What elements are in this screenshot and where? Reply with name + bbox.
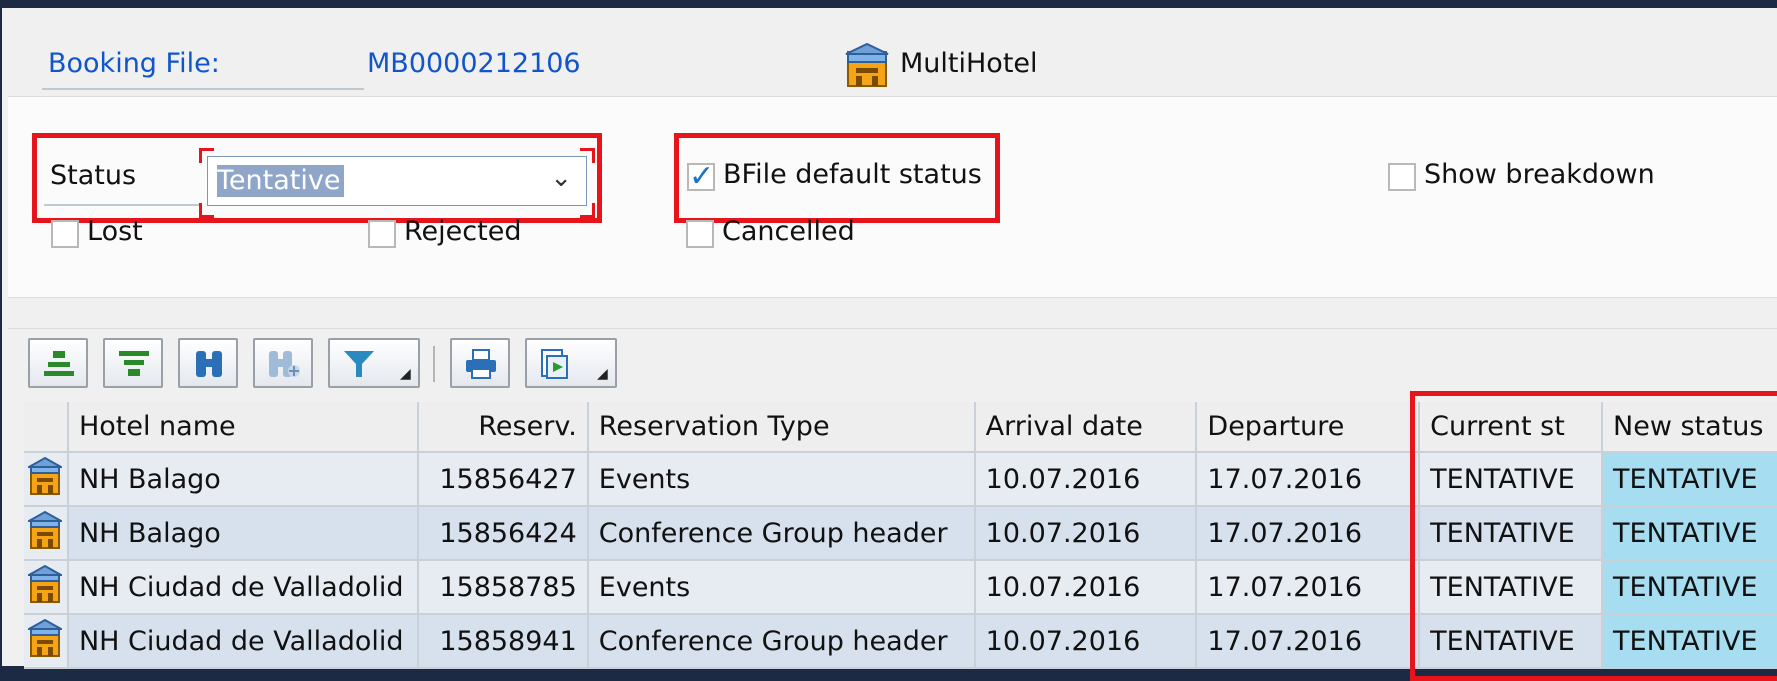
status-label: Status [50, 160, 137, 191]
show-breakdown-label: Show breakdown [1424, 159, 1655, 190]
filter-icon [344, 351, 374, 377]
row-icon-cell [24, 614, 69, 669]
find-icon [196, 351, 222, 377]
row-icon-cell [24, 452, 69, 507]
label-underline [44, 204, 202, 206]
row-icon-cell [24, 560, 69, 615]
arrival-date-cell[interactable]: 10.07.2016 [974, 614, 1198, 669]
hotel-name-cell[interactable]: NH Ciudad de Valladolid [67, 560, 419, 615]
find-button[interactable] [178, 338, 238, 388]
app-name: MultiHotel [900, 48, 1038, 79]
reservation-number-cell[interactable]: 15858785 [417, 560, 589, 615]
booking-window: Booking File: MB0000212106 MultiHotel St… [0, 8, 1777, 681]
filter-rows-button[interactable] [103, 338, 163, 388]
hotel-icon [25, 456, 66, 495]
toolbar-separator [433, 346, 435, 382]
focus-corner [580, 148, 595, 163]
column-header[interactable]: Reserv. [417, 402, 589, 453]
highlight-box-status-columns [1410, 391, 1777, 681]
status-dropdown-value: Tentative [217, 165, 345, 197]
cancelled-label: Cancelled [722, 216, 855, 247]
hotel-icon [25, 510, 66, 549]
column-header[interactable]: Arrival date [974, 402, 1198, 453]
filter-rows-icon [119, 351, 149, 376]
dropdown-arrow-icon[interactable]: ◢ [597, 366, 608, 382]
focus-corner [199, 203, 214, 218]
show-breakdown-checkbox[interactable] [1388, 163, 1416, 191]
export-button[interactable]: ◢ [525, 338, 617, 388]
departure-date-cell[interactable]: 17.07.2016 [1196, 560, 1421, 615]
align-top-button[interactable] [28, 338, 88, 388]
hotel-name-cell[interactable]: NH Balago [67, 452, 419, 507]
column-header[interactable]: Hotel name [67, 402, 419, 453]
column-header[interactable]: Reservation Type [587, 402, 976, 453]
arrival-date-cell[interactable]: 10.07.2016 [974, 560, 1198, 615]
find-next-icon [269, 351, 300, 377]
reservation-type-cell[interactable]: Events [587, 560, 976, 615]
rejected-label: Rejected [404, 216, 522, 247]
reservation-number-cell[interactable]: 15858941 [417, 614, 589, 669]
align-top-icon [44, 351, 74, 376]
dropdown-arrow-icon[interactable]: ◢ [400, 366, 411, 382]
bfile-default-checkbox[interactable]: ✓ [687, 159, 715, 194]
lost-label: Lost [87, 216, 143, 247]
departure-date-cell[interactable]: 17.07.2016 [1196, 506, 1421, 561]
hotel-name-cell[interactable]: NH Balago [67, 506, 419, 561]
checkmark-icon: ✓ [689, 159, 715, 194]
reservation-type-cell[interactable]: Conference Group header [587, 614, 976, 669]
rejected-checkbox[interactable] [368, 220, 396, 248]
departure-date-cell[interactable]: 17.07.2016 [1196, 614, 1421, 669]
row-icon-cell [24, 506, 69, 561]
hotel-icon [845, 42, 889, 87]
label-underline [42, 88, 364, 90]
booking-file-label: Booking File: [48, 48, 220, 79]
find-next-button[interactable] [253, 338, 313, 388]
export-icon [541, 349, 568, 379]
filter-button[interactable]: ◢ [328, 338, 420, 388]
reservation-type-cell[interactable]: Conference Group header [587, 506, 976, 561]
cancelled-checkbox[interactable] [686, 220, 714, 248]
print-icon [466, 349, 496, 379]
chevron-down-icon[interactable]: ⌄ [550, 163, 572, 193]
hotel-icon [25, 564, 66, 603]
print-button[interactable] [450, 338, 510, 388]
reservation-number-cell[interactable]: 15856427 [417, 452, 589, 507]
focus-corner [199, 148, 214, 163]
arrival-date-cell[interactable]: 10.07.2016 [974, 506, 1198, 561]
column-header[interactable]: Departure [1196, 402, 1421, 453]
bfile-default-label: BFile default status [723, 159, 982, 190]
lost-checkbox[interactable] [51, 220, 79, 248]
booking-file-value[interactable]: MB0000212106 [367, 48, 581, 79]
focus-corner [580, 203, 595, 218]
row-selector-header[interactable] [24, 402, 69, 453]
reservation-number-cell[interactable]: 15856424 [417, 506, 589, 561]
hotel-name-cell[interactable]: NH Ciudad de Valladolid [67, 614, 419, 669]
status-dropdown[interactable]: Tentative ⌄ [207, 156, 587, 206]
hotel-icon [25, 618, 66, 657]
departure-date-cell[interactable]: 17.07.2016 [1196, 452, 1421, 507]
reservation-type-cell[interactable]: Events [587, 452, 976, 507]
arrival-date-cell[interactable]: 10.07.2016 [974, 452, 1198, 507]
